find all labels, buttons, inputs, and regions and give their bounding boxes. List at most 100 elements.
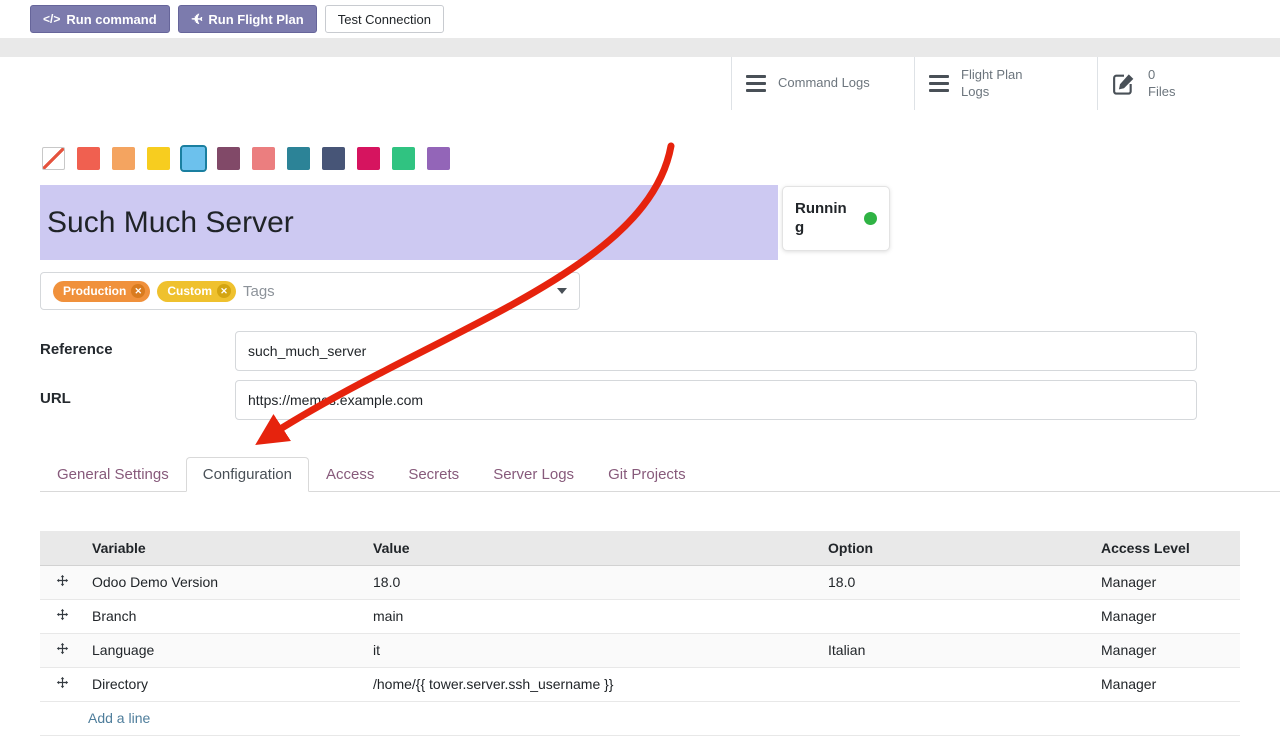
run-flight-plan-button[interactable]: ✈ Run Flight Plan (178, 5, 317, 33)
cell-access-level[interactable]: Manager (1093, 599, 1240, 633)
move-icon (56, 608, 69, 621)
table-row: Language it Italian Manager (40, 633, 1240, 667)
reference-field-row: Reference (40, 331, 1197, 371)
cell-access-level[interactable]: Manager (1093, 565, 1240, 599)
action-toolbar: </> Run command ✈ Run Flight Plan Test C… (0, 0, 1280, 38)
plane-icon: ✈ (191, 11, 203, 28)
move-icon (56, 574, 69, 587)
files-button[interactable]: 0 Files (1097, 57, 1280, 110)
tab-git-projects[interactable]: Git Projects (591, 457, 703, 492)
tag-production: Production ✕ (53, 281, 150, 302)
color-swatch-1[interactable] (77, 147, 100, 170)
url-field-row: URL (40, 380, 1197, 420)
color-swatch-10[interactable] (392, 147, 415, 170)
color-swatch-11[interactable] (427, 147, 450, 170)
tag-remove-icon[interactable]: ✕ (131, 284, 145, 298)
cell-variable[interactable]: Directory (84, 667, 365, 701)
url-label: URL (40, 380, 235, 420)
drag-handle[interactable] (40, 565, 84, 599)
drag-handle[interactable] (40, 633, 84, 667)
divider-strip (0, 38, 1280, 57)
tab-configuration[interactable]: Configuration (186, 457, 309, 492)
tags-placeholder: Tags (243, 283, 275, 300)
cell-value[interactable]: it (365, 633, 820, 667)
drag-handle[interactable] (40, 667, 84, 701)
files-label: Files (1148, 84, 1175, 101)
run-command-label: Run command (66, 12, 156, 27)
status-dot (864, 212, 877, 225)
server-name-field[interactable]: Such Much Server (40, 185, 778, 260)
move-icon (56, 642, 69, 655)
cell-option[interactable] (820, 667, 1093, 701)
list-lines-icon (746, 75, 766, 92)
add-a-line-link[interactable]: Add a line (88, 710, 150, 726)
table-row: Odoo Demo Version 18.0 18.0 Manager (40, 565, 1240, 599)
command-logs-button[interactable]: Command Logs (731, 57, 914, 110)
table-header-row: Variable Value Option Access Level (40, 531, 1240, 565)
table-row: Directory /home/{{ tower.server.ssh_user… (40, 667, 1240, 701)
command-logs-label: Command Logs (778, 75, 870, 92)
tab-secrets[interactable]: Secrets (391, 457, 476, 492)
reference-input[interactable] (235, 331, 1197, 371)
tags-input[interactable]: Production ✕ Custom ✕ Tags (40, 272, 580, 310)
files-count-block: 0 Files (1148, 67, 1175, 101)
handle-column-header (40, 531, 84, 565)
cell-option[interactable]: Italian (820, 633, 1093, 667)
column-header-variable: Variable (84, 531, 365, 565)
flight-plan-logs-button[interactable]: Flight Plan Logs (914, 57, 1097, 110)
tag-custom-label: Custom (167, 284, 212, 298)
config-variables-table: Variable Value Option Access Level Odoo … (40, 531, 1240, 736)
tab-general-settings[interactable]: General Settings (40, 457, 186, 492)
column-header-value: Value (365, 531, 820, 565)
status-bar: Command Logs Flight Plan Logs 0 Files (0, 57, 1280, 111)
cell-variable[interactable]: Branch (84, 599, 365, 633)
cell-option[interactable] (820, 599, 1093, 633)
column-header-option: Option (820, 531, 1093, 565)
color-swatch-5[interactable] (217, 147, 240, 170)
color-swatch-2[interactable] (112, 147, 135, 170)
tab-access[interactable]: Access (309, 457, 391, 492)
color-swatch-8[interactable] (322, 147, 345, 170)
form-sheet: Such Much Server Running Production ✕ Cu… (0, 110, 1280, 742)
color-swatch-6[interactable] (252, 147, 275, 170)
column-header-access-level: Access Level (1093, 531, 1240, 565)
cell-access-level[interactable]: Manager (1093, 667, 1240, 701)
color-picker (42, 147, 450, 170)
add-line-row: Add a line (40, 701, 1240, 735)
color-swatch-7[interactable] (287, 147, 310, 170)
run-flight-plan-label: Run Flight Plan (208, 12, 303, 27)
run-command-button[interactable]: </> Run command (30, 5, 170, 33)
tag-remove-icon[interactable]: ✕ (217, 284, 231, 298)
chevron-down-icon[interactable] (557, 288, 567, 294)
cell-variable[interactable]: Odoo Demo Version (84, 565, 365, 599)
code-icon: </> (43, 12, 60, 26)
test-connection-label: Test Connection (338, 12, 431, 27)
color-swatch-3[interactable] (147, 147, 170, 170)
color-swatch-4[interactable] (182, 147, 205, 170)
table-row: Branch main Manager (40, 599, 1240, 633)
cell-value[interactable]: main (365, 599, 820, 633)
cell-variable[interactable]: Language (84, 633, 365, 667)
tab-server-logs[interactable]: Server Logs (476, 457, 591, 492)
notebook-tabs: General Settings Configuration Access Se… (40, 455, 1280, 492)
server-status-card: Running (782, 186, 890, 251)
cell-value[interactable]: 18.0 (365, 565, 820, 599)
files-count: 0 (1148, 67, 1175, 84)
drag-handle[interactable] (40, 599, 84, 633)
cell-access-level[interactable]: Manager (1093, 633, 1240, 667)
color-swatch-9[interactable] (357, 147, 380, 170)
list-lines-icon (929, 75, 949, 92)
server-form-page: </> Run command ✈ Run Flight Plan Test C… (0, 0, 1280, 742)
flight-plan-logs-label: Flight Plan Logs (961, 67, 1053, 101)
color-swatch-0[interactable] (42, 147, 65, 170)
cell-value[interactable]: /home/{{ tower.server.ssh_username }} (365, 667, 820, 701)
test-connection-button[interactable]: Test Connection (325, 5, 444, 33)
tag-custom: Custom ✕ (157, 281, 236, 302)
move-icon (56, 676, 69, 689)
edit-pencil-icon (1112, 72, 1136, 96)
status-label: Running (795, 200, 847, 238)
url-input[interactable] (235, 380, 1197, 420)
reference-label: Reference (40, 331, 235, 371)
tag-production-label: Production (63, 284, 126, 298)
cell-option[interactable]: 18.0 (820, 565, 1093, 599)
